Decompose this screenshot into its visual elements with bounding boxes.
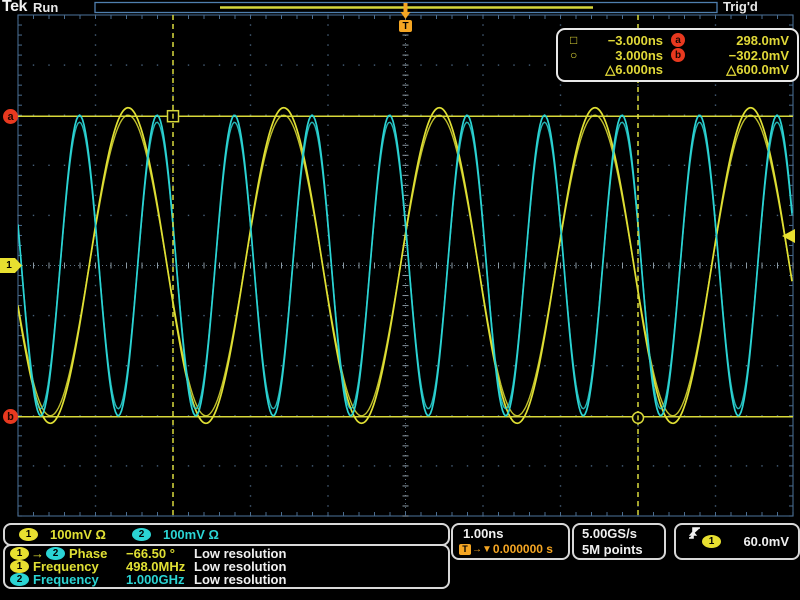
cursor-row-2: ○ 3.000ns b −302.0mV bbox=[558, 48, 797, 63]
tek-logo: Tek bbox=[2, 0, 27, 16]
cursor-row-delta: △6.000ns △600.0mV bbox=[558, 63, 797, 78]
cursor-a-icon: a bbox=[671, 33, 685, 47]
cursor2-time[interactable]: 3.000ns bbox=[596, 48, 663, 63]
meas3-note: Low resolution bbox=[194, 572, 286, 587]
cursor-b-badge[interactable]: b bbox=[3, 409, 18, 424]
cursor1-square-icon: □ bbox=[558, 33, 596, 47]
horizontal-delay: 0.000000 s bbox=[493, 542, 553, 556]
sample-rate: 5.00GS/s bbox=[582, 526, 664, 541]
cursor-row-1: □ −3.000ns a 298.0mV bbox=[558, 33, 797, 48]
meas3-src-badge: 2 bbox=[10, 573, 29, 586]
trigger-position-badge[interactable]: T bbox=[399, 20, 412, 32]
graticule bbox=[17, 14, 793, 516]
acquisition-box[interactable]: 5.00GS/s 5M points bbox=[572, 523, 666, 560]
ch1-badge[interactable]: 1 bbox=[19, 528, 38, 541]
waveform-display bbox=[0, 0, 800, 600]
cursor-b-icon: b bbox=[671, 48, 685, 62]
trigger-source-badge: 1 bbox=[702, 535, 721, 548]
ch1-scale[interactable]: 100mV Ω bbox=[50, 527, 106, 542]
rising-edge-icon bbox=[688, 525, 701, 540]
cursor-readout-box: □ −3.000ns a 298.0mV ○ 3.000ns b −302.0m… bbox=[556, 28, 799, 82]
ch2-scale[interactable]: 100mV Ω bbox=[163, 527, 219, 542]
record-length: 5M points bbox=[582, 542, 664, 557]
acquisition-status: Run bbox=[33, 0, 58, 15]
measurement-box: 1 → 2 Phase −66.50 ° Low resolution 1 Fr… bbox=[3, 544, 450, 589]
ch2-badge[interactable]: 2 bbox=[132, 528, 151, 541]
cursor-delta-time: △6.000ns bbox=[596, 62, 663, 78]
delay-arrows-icon: →▼ bbox=[472, 544, 492, 555]
meas1-src1-badge: 1 bbox=[10, 547, 29, 560]
trigger-level: 60.0mV bbox=[721, 534, 798, 549]
measurement-row-freq2[interactable]: 2 Frequency 1.000GHz Low resolution bbox=[5, 573, 448, 586]
timebase-scale: 1.00ns bbox=[463, 526, 568, 541]
meas2-src-badge: 1 bbox=[10, 560, 29, 573]
cursor1-time[interactable]: −3.000ns bbox=[596, 33, 663, 48]
horizontal-settings-box[interactable]: 1.00ns T →▼ 0.000000 s bbox=[451, 523, 570, 560]
trigger-level-arrow[interactable] bbox=[782, 229, 795, 243]
cursor2-circle-icon: ○ bbox=[558, 48, 596, 62]
trigger-settings-box[interactable]: 1 60.0mV bbox=[674, 523, 800, 560]
meas3-name: Frequency bbox=[33, 572, 99, 587]
cursor-a-level[interactable]: 298.0mV bbox=[693, 33, 797, 48]
cursor-delta-level: △600.0mV bbox=[693, 62, 797, 78]
trigger-status: Trig'd bbox=[723, 0, 758, 14]
cursor-b-level[interactable]: −302.0mV bbox=[693, 48, 797, 63]
trigger-t-icon: T bbox=[459, 544, 471, 555]
channel-readout-bar: 1 100mV Ω 2 100mV Ω bbox=[3, 523, 450, 546]
meas3-value: 1.000GHz bbox=[126, 572, 185, 587]
cursor-a-badge[interactable]: a bbox=[3, 109, 18, 124]
oscilloscope-screen: Tek Run Trig'd a b 1 T □ −3.000ns a 298.… bbox=[0, 0, 800, 600]
